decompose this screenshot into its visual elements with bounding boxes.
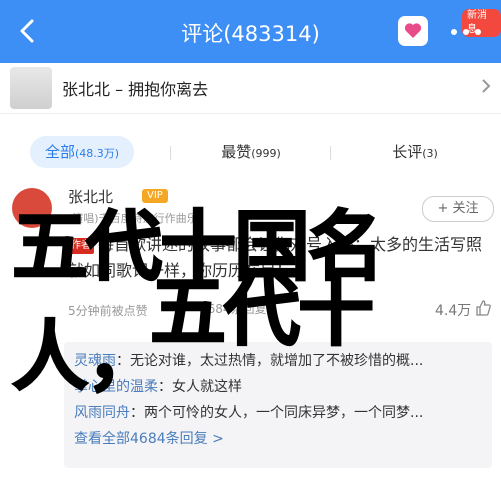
tab-all-label: 全部 [44,143,75,161]
filter-tabs: 全部(48.3万) 最赞(999) 长评(3) [0,114,501,180]
tab-all[interactable]: 全部(48.3万) [30,136,134,168]
tab-all-count: (48.3万) [74,147,120,160]
tab-long-count: (3) [422,147,438,160]
overlay-caption-line2: 五代十 [149,270,375,356]
tab-top-label: 最赞 [221,143,252,161]
reply-author[interactable]: 风雨同舟 [74,405,130,421]
tab-top[interactable]: 最赞(999) [196,136,306,168]
reply-text: 两个可怜的女人，一个同床异梦，一个同梦... [144,405,424,421]
message-icon[interactable] [398,16,428,46]
view-all-replies-link[interactable]: 查看全部4684条回复 > [74,428,224,448]
divider [170,146,171,160]
tab-long-label: 长评 [392,143,423,161]
chevron-right-icon [482,79,491,93]
song-bar[interactable]: 张北北 – 拥抱你离去 [0,63,501,114]
tab-long[interactable]: 长评(3) [360,136,470,168]
tab-top-count: (999) [251,147,281,160]
top-bar: 评论(483314) 新消息 [0,0,501,63]
reply-item[interactable]: 风雨同舟：两个可怜的女人，一个同床异梦，一个同梦... [74,402,423,422]
song-cover [10,67,52,109]
divider [330,146,331,160]
song-title: 张北北 – 拥抱你离去 [62,80,209,99]
more-icon[interactable] [450,28,482,36]
